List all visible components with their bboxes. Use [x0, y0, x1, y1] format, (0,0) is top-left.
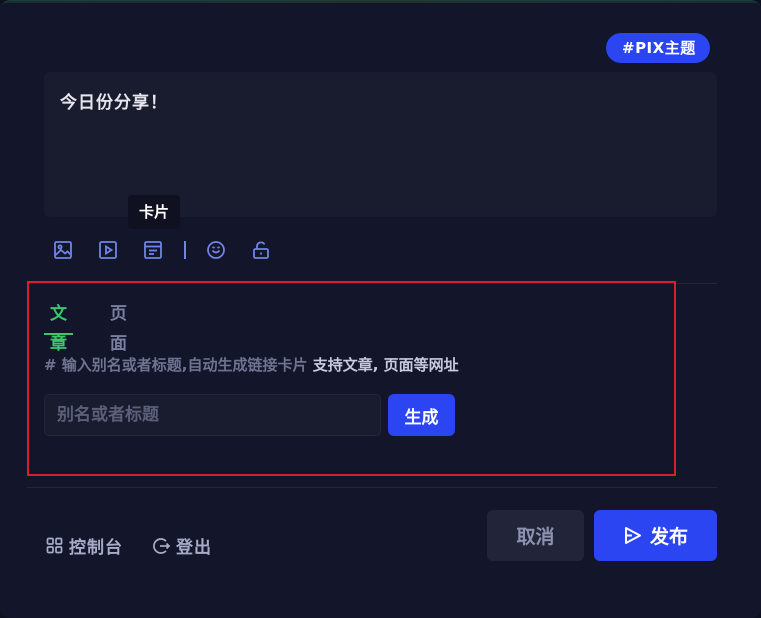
logout-label: 登出	[176, 538, 212, 558]
alias-title-input[interactable]	[44, 394, 381, 436]
grid-icon	[46, 537, 63, 554]
image-icon[interactable]	[50, 237, 76, 263]
top-glow	[0, 1, 761, 3]
tab-article[interactable]: 文章	[44, 299, 73, 354]
logout-icon	[153, 537, 170, 554]
console-link[interactable]: 控制台	[46, 533, 123, 558]
hint-bold-text: 支持文章, 页面等网址	[312, 356, 459, 374]
generate-button[interactable]: 生成	[388, 394, 455, 436]
divider-bottom	[27, 487, 717, 488]
hint-text: # 输入别名或者标题,自动生成链接卡片	[44, 356, 308, 374]
tab-page[interactable]: 页面	[110, 299, 127, 354]
post-editor-modal: #PIX主题 今日份分享！ 卡片 文章 页面 # 输入别名或者标题,自动生成链接…	[0, 0, 761, 618]
topic-tag[interactable]: #PIX主题	[606, 33, 710, 63]
post-text: 今日份分享！	[60, 93, 168, 113]
publish-button[interactable]: 发布	[594, 510, 717, 561]
card-hint: # 输入别名或者标题,自动生成链接卡片 支持文章, 页面等网址	[44, 354, 459, 375]
console-label: 控制台	[69, 538, 123, 558]
unlock-icon[interactable]	[248, 237, 274, 263]
video-icon[interactable]	[95, 237, 121, 263]
cancel-button[interactable]: 取消	[487, 510, 584, 561]
publish-label: 发布	[649, 526, 688, 548]
card-icon[interactable]	[140, 237, 166, 263]
tooltip-card: 卡片	[128, 195, 180, 229]
toolbar-divider	[184, 241, 186, 259]
emoji-icon[interactable]	[203, 237, 229, 263]
logout-link[interactable]: 登出	[152, 533, 212, 558]
send-icon	[624, 527, 641, 544]
